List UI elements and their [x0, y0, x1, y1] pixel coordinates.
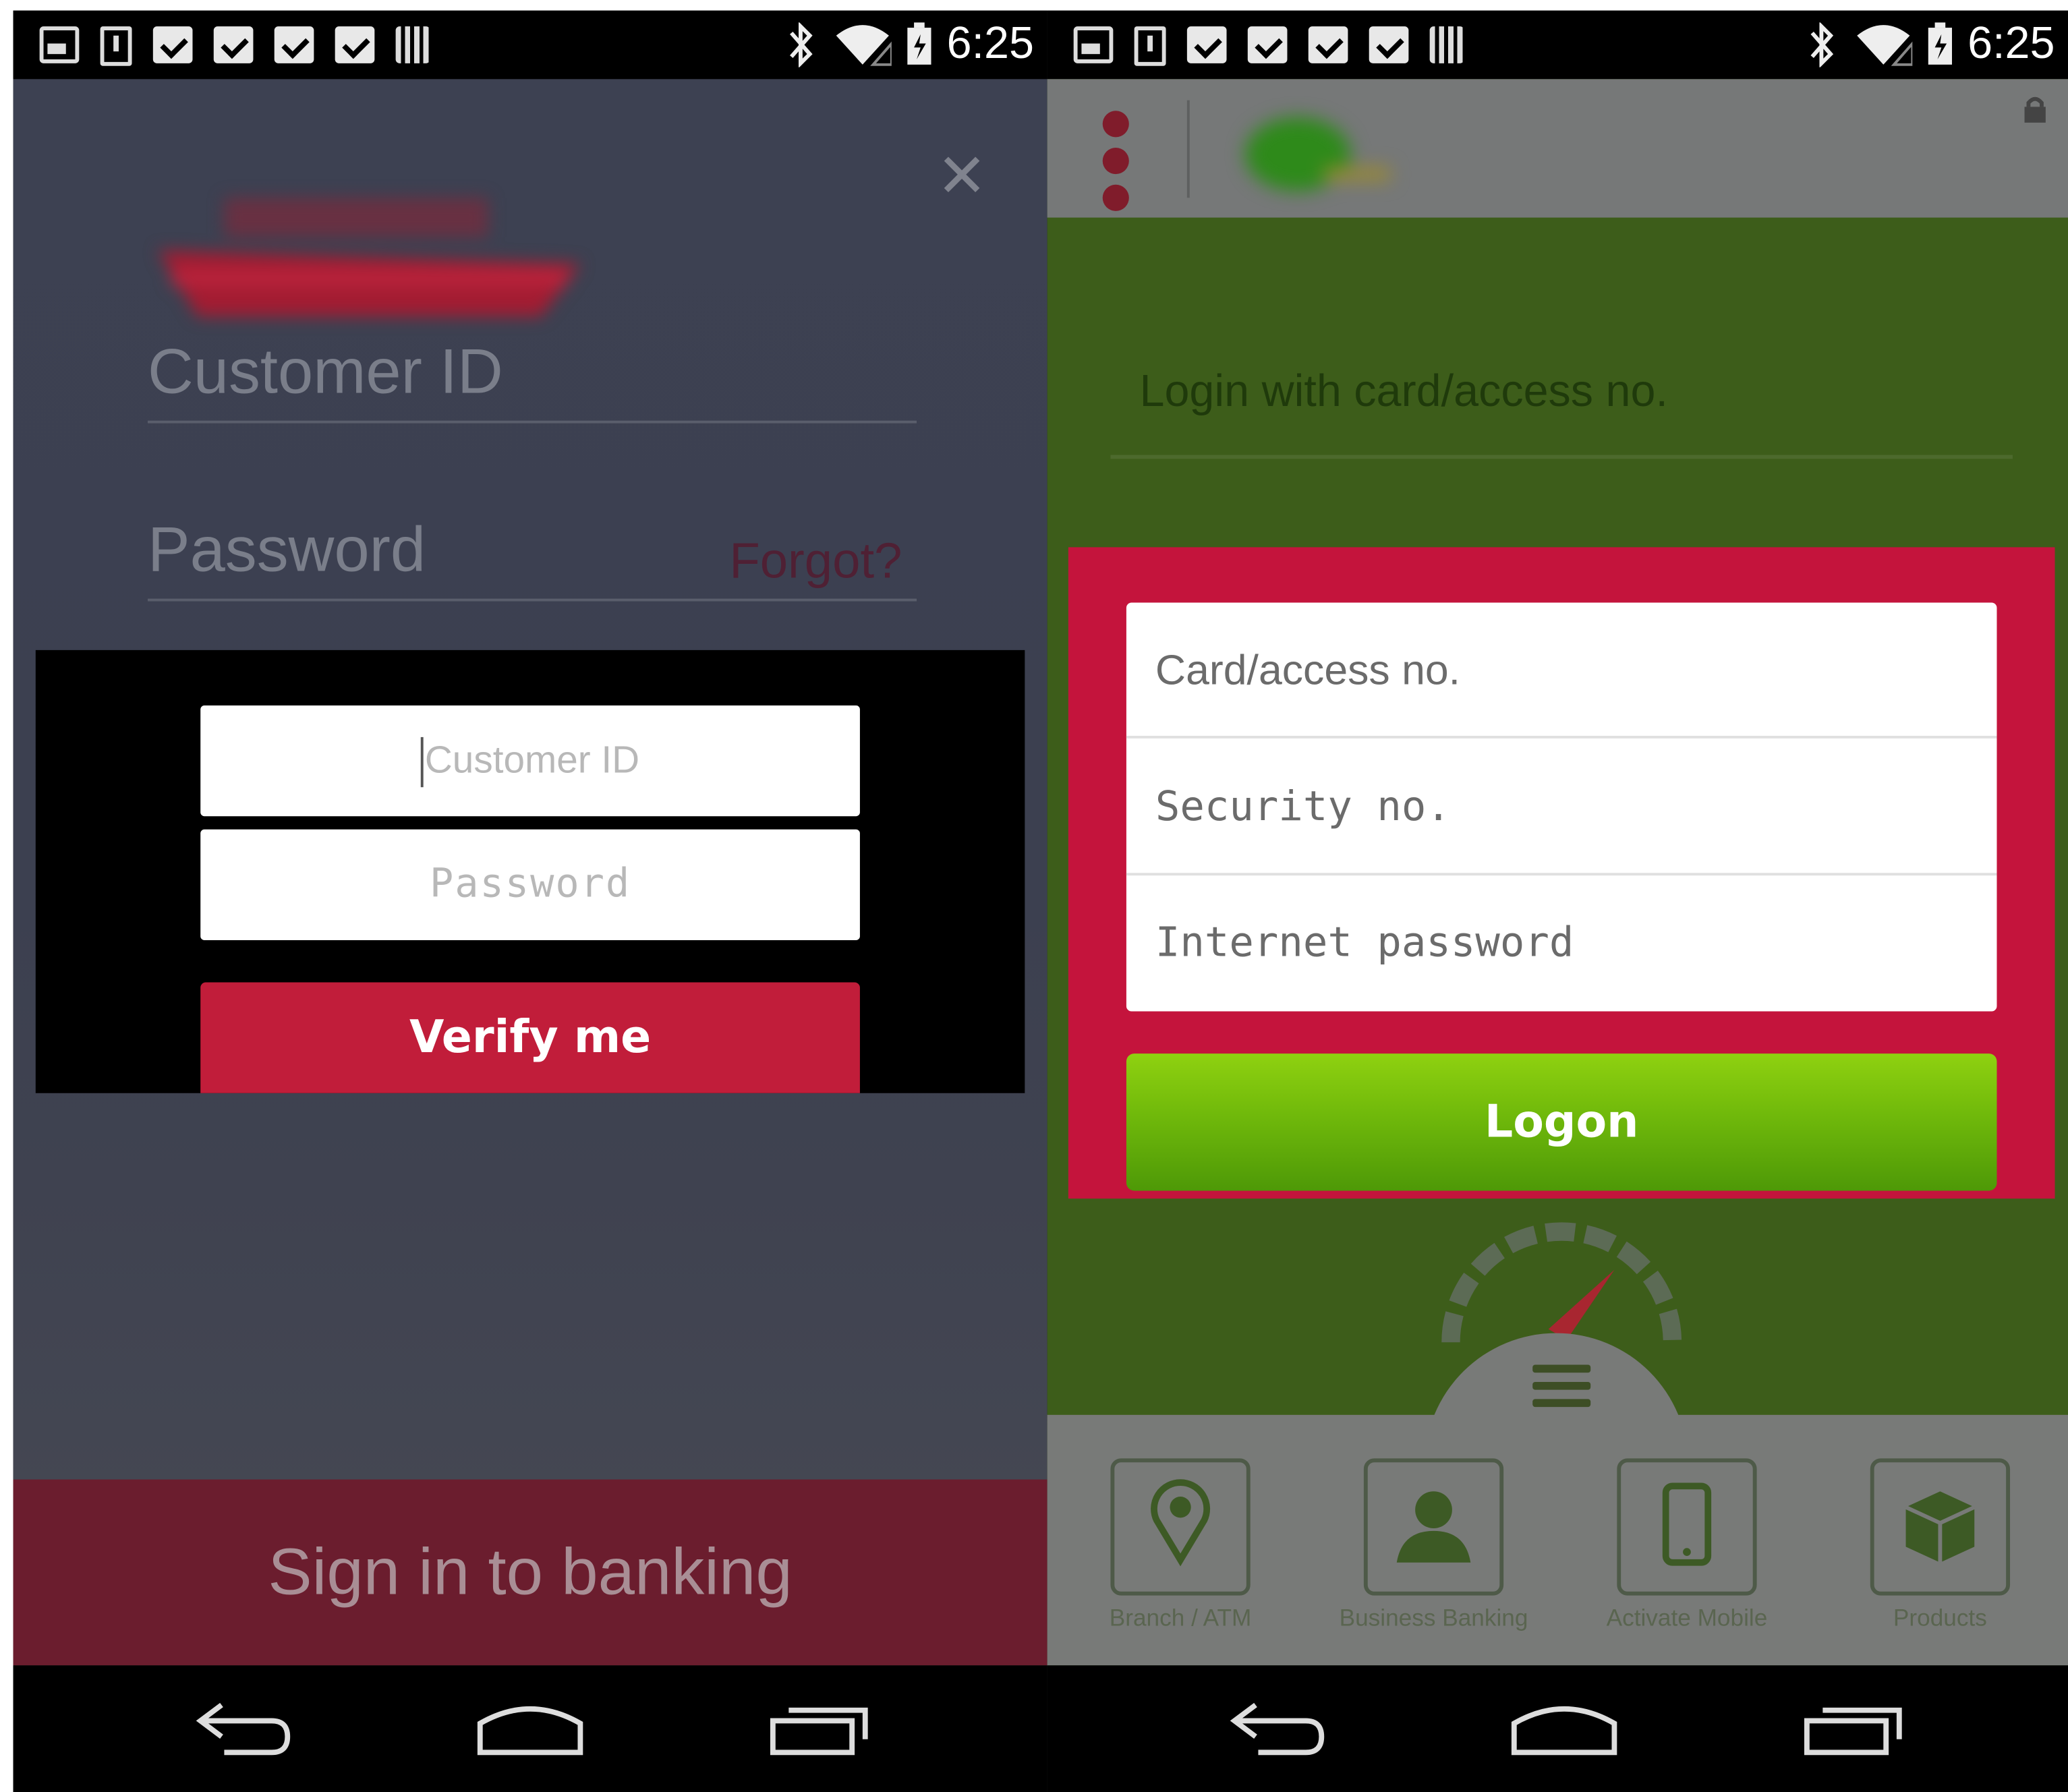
checkmark-bag-icon — [152, 26, 193, 63]
heading-underline — [1110, 455, 2013, 459]
checkmark-bag-icon — [1308, 26, 1348, 63]
mobile-phone-icon — [1662, 1482, 1712, 1566]
lock-icon — [2024, 96, 2046, 123]
recent-apps-icon[interactable] — [1802, 1700, 1907, 1758]
battery-icon — [907, 22, 931, 64]
forgot-password-link[interactable]: Forgot? — [729, 534, 902, 591]
verify-dialog: Customer ID Password Verify me — [35, 649, 1025, 1093]
status-time: 6:25 — [1968, 18, 2055, 69]
wifi-icon — [1856, 24, 1912, 65]
recent-apps-icon[interactable] — [768, 1700, 873, 1758]
status-right: 6:25 — [1802, 18, 2055, 69]
close-icon[interactable]: ✕ — [936, 145, 987, 206]
business-banking-button[interactable] — [1363, 1458, 1504, 1596]
checkmark-bag-icon — [1247, 26, 1288, 63]
app-header — [1047, 79, 2068, 218]
download-notification-icon — [100, 26, 132, 66]
download-notification-icon — [1134, 26, 1166, 66]
battery-icon — [1928, 22, 1952, 64]
wifi-icon — [836, 24, 892, 65]
internet-password-input[interactable]: Internet password — [1126, 875, 1997, 1011]
card-access-no-input[interactable]: Card/access no. — [1126, 602, 1997, 739]
text-caret — [420, 737, 424, 788]
bottom-shortcuts: Branch / ATM Business Banking Activate M… — [1047, 1333, 2068, 1666]
back-icon[interactable] — [192, 1700, 293, 1758]
password-input[interactable]: Password — [200, 829, 860, 940]
left-app-screen: ✕ Customer ID Password Forgot? Customer … — [13, 79, 1047, 1666]
sign-in-to-banking-button[interactable]: Sign in to banking — [13, 1479, 1047, 1666]
logon-dialog: Card/access no. Security no. Internet pa… — [1068, 547, 2055, 1199]
person-icon — [1396, 1491, 1471, 1563]
status-time: 6:25 — [946, 18, 1035, 69]
business-banking-label: Business Banking — [1339, 1605, 1528, 1631]
screenshot-canvas: 6:25 ✕ Customer ID Password Forgot? Cust… — [0, 0, 2068, 1792]
checkmark-bag-icon — [335, 26, 375, 63]
logon-form: Card/access no. Security no. Internet pa… — [1126, 602, 1997, 1012]
customer-id-input[interactable]: Customer ID — [200, 705, 860, 817]
phone-right: 6:25 Login with card/access no. Card/acc… — [1047, 10, 2068, 1792]
status-right: 6:25 — [780, 18, 1034, 69]
branch-atm-label: Branch / ATM — [1109, 1605, 1252, 1631]
customer-id-placeholder: Customer ID — [424, 739, 640, 782]
right-app-screen: Login with card/access no. Card/access n… — [1047, 79, 2068, 1666]
logon-button[interactable]: Logon — [1126, 1053, 1997, 1191]
branch-atm-button[interactable] — [1110, 1458, 1251, 1596]
overflow-menu-icon[interactable] — [1102, 111, 1129, 221]
checkmark-bag-icon — [213, 26, 254, 63]
back-icon[interactable] — [1227, 1700, 1327, 1758]
activate-mobile-label: Activate Mobile — [1606, 1605, 1768, 1631]
status-notification-icons — [1073, 26, 1464, 66]
android-nav-bar — [1047, 1665, 2068, 1792]
home-icon[interactable] — [475, 1700, 585, 1758]
hamburger-menu-icon[interactable] — [1532, 1364, 1591, 1416]
verify-me-button[interactable]: Verify me — [200, 982, 860, 1093]
barcode-icon — [1429, 26, 1464, 63]
location-pin-icon — [1151, 1479, 1211, 1567]
bluetooth-muted-icon — [1810, 22, 1833, 67]
bank-logo-blurred — [1244, 117, 1390, 192]
checkmark-bag-icon — [1186, 26, 1227, 63]
background-customer-id-field[interactable]: Customer ID — [148, 337, 917, 424]
security-no-input[interactable]: Security no. — [1126, 740, 1997, 876]
barcode-icon — [395, 26, 430, 63]
checkmark-bag-icon — [274, 26, 314, 63]
speedometer-icon — [1441, 1222, 1682, 1343]
phone-left: 6:25 ✕ Customer ID Password Forgot? Cust… — [13, 10, 1047, 1792]
header-divider — [1186, 100, 1190, 198]
status-bar: 6:25 — [1047, 10, 2068, 80]
activate-mobile-button[interactable] — [1617, 1458, 1757, 1596]
login-heading[interactable]: Login with card/access no. — [1139, 367, 1667, 418]
android-nav-bar — [13, 1665, 1047, 1792]
bluetooth-muted-icon — [789, 22, 813, 67]
box-icon — [1905, 1491, 1976, 1563]
status-bar: 6:25 — [13, 10, 1047, 80]
checkmark-bag-icon — [1369, 26, 1409, 63]
products-button[interactable] — [1870, 1458, 2011, 1596]
bank-logo-blurred — [158, 198, 581, 317]
picture-notification-icon — [39, 26, 80, 63]
home-icon[interactable] — [1509, 1700, 1619, 1758]
products-label: Products — [1893, 1605, 1987, 1631]
status-notification-icons — [39, 26, 430, 66]
picture-notification-icon — [1073, 26, 1114, 63]
